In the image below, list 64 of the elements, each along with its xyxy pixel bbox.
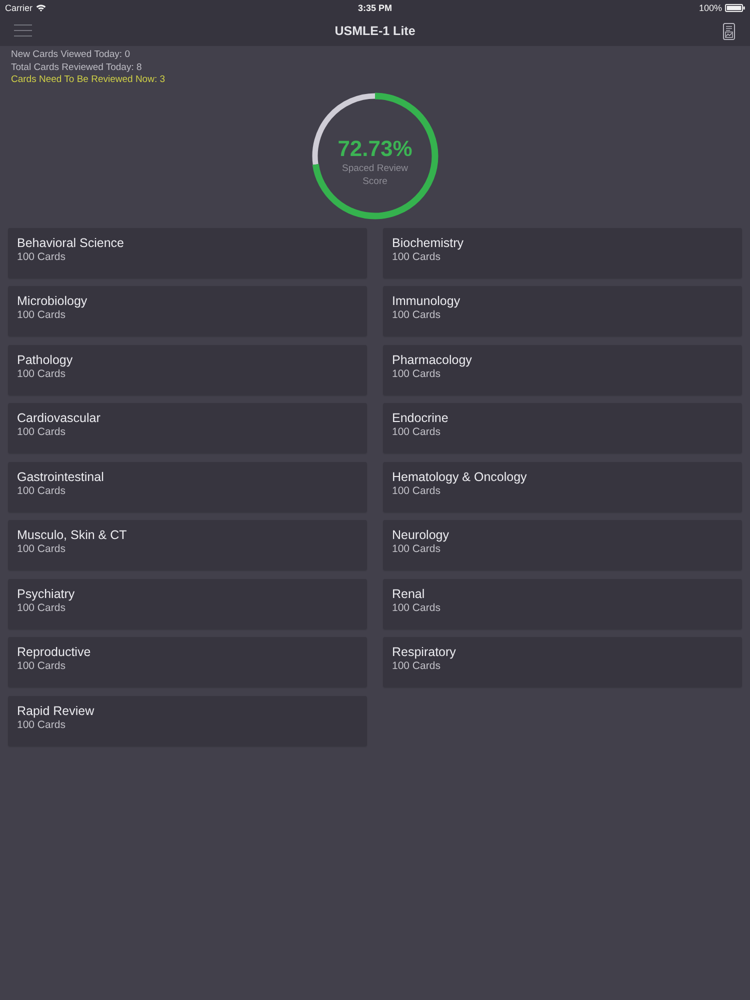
- subject-name: Microbiology: [17, 294, 88, 309]
- subject-card[interactable]: Behavioral Science 100 Cards: [8, 228, 367, 278]
- card-count: 100 Cards: [17, 718, 66, 732]
- subject-name: Rapid Review: [17, 704, 94, 718]
- subject-card[interactable]: Gastrointestinal 100 Cards: [8, 462, 367, 512]
- app-title: USMLE-1 Lite: [334, 24, 416, 38]
- card-count: 100 Cards: [392, 602, 440, 614]
- card-count: 100 Cards: [392, 250, 440, 264]
- subject-card[interactable]: Biochemistry 100 Cards: [383, 228, 742, 278]
- subject-card[interactable]: Immunology 100 Cards: [383, 286, 742, 336]
- score-percent: 72.73%: [338, 136, 412, 160]
- card-count: 100 Cards: [392, 484, 440, 498]
- subject-card[interactable]: Reproductive 100 Cards: [8, 637, 367, 687]
- subject-name: Respiratory: [392, 645, 456, 660]
- subject-name: Hematology & Oncology: [392, 470, 527, 484]
- subject-card[interactable]: Renal 100 Cards: [383, 578, 742, 628]
- score-caption: Spaced Review Score: [340, 162, 409, 188]
- subject-card[interactable]: Microbiology 100 Cards: [8, 286, 367, 336]
- subject-name: Psychiatry: [17, 586, 75, 602]
- card-count: 100 Cards: [17, 543, 66, 556]
- card-count: 100 Cards: [17, 602, 66, 614]
- card-count: 100 Cards: [392, 309, 440, 322]
- subject-name: Immunology: [392, 294, 460, 309]
- subject-name: Behavioral Science: [17, 236, 124, 250]
- subject-name: Reproductive: [17, 645, 91, 660]
- subject-card[interactable]: Respiratory 100 Cards: [383, 637, 742, 687]
- card-count: 100 Cards: [392, 660, 440, 673]
- subject-card[interactable]: Pharmacology 100 Cards: [383, 344, 742, 394]
- menu-icon[interactable]: [14, 24, 32, 37]
- subject-card[interactable]: Psychiatry 100 Cards: [8, 578, 367, 628]
- card-count: 100 Cards: [17, 309, 66, 322]
- subject-name: Pharmacology: [392, 352, 472, 368]
- card-count: 100 Cards: [17, 426, 66, 439]
- card-count: 100 Cards: [392, 543, 440, 556]
- subject-name: Pathology: [17, 352, 73, 368]
- subject-card[interactable]: Pathology 100 Cards: [8, 344, 367, 394]
- clock-text: 3:35 PM: [358, 2, 392, 12]
- card-count: 100 Cards: [17, 484, 66, 498]
- subject-name: Cardiovascular: [17, 411, 100, 426]
- subject-card[interactable]: Endocrine 100 Cards: [383, 403, 742, 453]
- subject-name: Neurology: [392, 528, 449, 543]
- stat-text: Total Cards Reviewed Today: 8: [11, 62, 142, 74]
- card-count: 100 Cards: [392, 426, 440, 439]
- battery-icon: [725, 4, 745, 12]
- subject-card[interactable]: Musculo, Skin & CT 100 Cards: [8, 520, 367, 570]
- stat-text: New Cards Viewed Today: 0: [11, 49, 130, 62]
- subject-card[interactable]: Cardiovascular 100 Cards: [8, 403, 367, 453]
- battery-percent-text: 100%: [698, 2, 722, 12]
- subject-name: Biochemistry: [392, 236, 464, 250]
- subject-name: Gastrointestinal: [17, 470, 104, 484]
- subject-card[interactable]: Hematology & Oncology 100 Cards: [383, 462, 742, 512]
- card-count: 100 Cards: [17, 250, 66, 264]
- card-count: 100 Cards: [17, 368, 66, 380]
- subject-name: Renal: [392, 586, 425, 602]
- carrier-text: Carrier: [5, 2, 33, 12]
- subject-name: Endocrine: [392, 411, 448, 426]
- subject-name: Musculo, Skin & CT: [17, 528, 127, 543]
- card-count: 100 Cards: [17, 660, 66, 673]
- wifi-icon: [36, 4, 46, 12]
- card-count: 100 Cards: [392, 368, 440, 380]
- subject-card[interactable]: Rapid Review 100 Cards: [8, 696, 367, 746]
- review-due-text: Cards Need To Be Reviewed Now: 3: [11, 74, 166, 86]
- report-icon[interactable]: [722, 22, 736, 40]
- subject-card[interactable]: Neurology 100 Cards: [383, 520, 742, 570]
